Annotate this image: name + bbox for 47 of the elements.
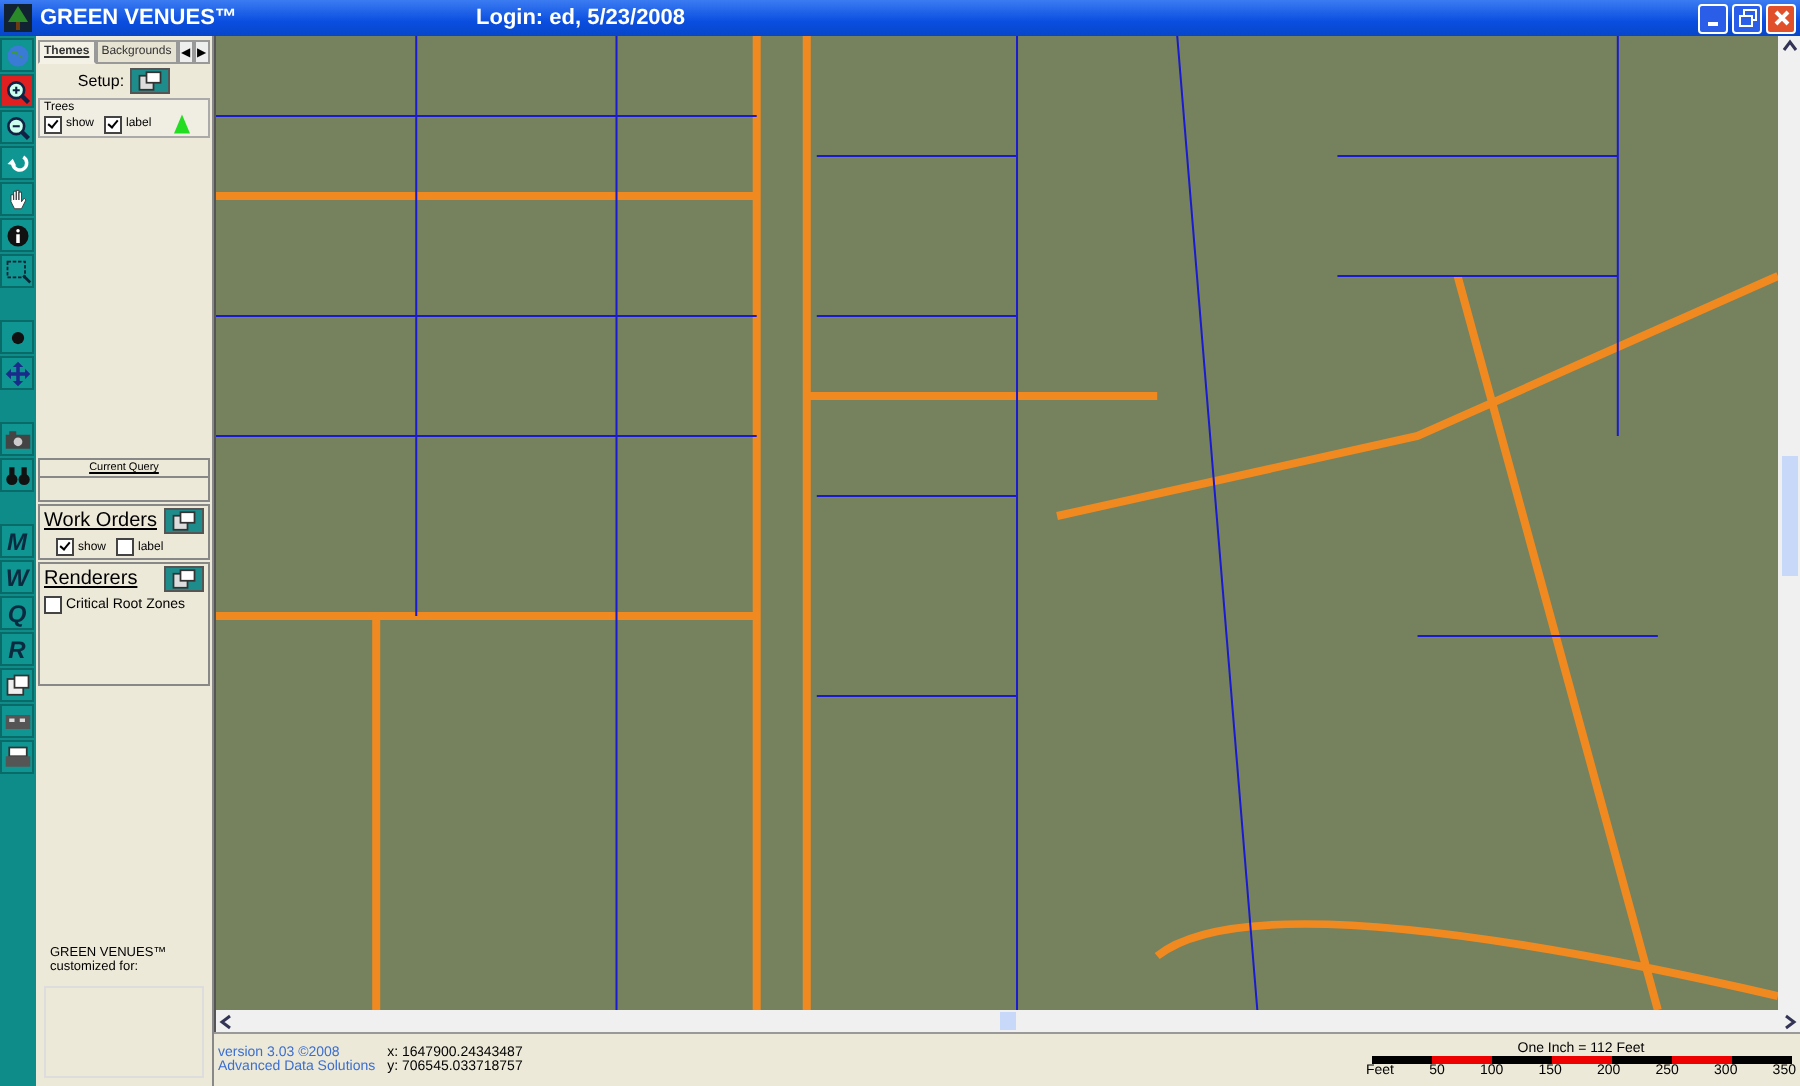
binoculars-icon bbox=[3, 461, 31, 489]
binoculars-tool-button[interactable] bbox=[0, 458, 34, 492]
zoom-out-tool-button[interactable] bbox=[0, 110, 34, 144]
scroll-left-icon bbox=[218, 1013, 234, 1029]
horizontal-scrollbar[interactable] bbox=[216, 1010, 1800, 1032]
setup-button[interactable] bbox=[130, 68, 171, 94]
work-orders-settings-button[interactable] bbox=[164, 508, 204, 534]
camera-icon bbox=[3, 425, 31, 453]
group-title: Work Orders bbox=[44, 510, 157, 532]
close-button[interactable] bbox=[1766, 3, 1796, 33]
hand-tool-button[interactable] bbox=[0, 182, 34, 216]
tool-button[interactable]: R bbox=[0, 632, 34, 666]
tree-icon bbox=[4, 4, 32, 32]
printer-icon bbox=[3, 743, 31, 771]
minimize-icon bbox=[1708, 21, 1718, 25]
tree-symbol-icon bbox=[173, 114, 190, 134]
pan-arrows-tool-button[interactable] bbox=[0, 356, 34, 390]
scroll-up-icon bbox=[1781, 38, 1797, 54]
info-tool-button[interactable] bbox=[0, 218, 34, 252]
dot-tool-button[interactable] bbox=[0, 320, 34, 354]
tool-button[interactable]: M bbox=[0, 524, 34, 558]
zoom-in-icon bbox=[3, 77, 31, 105]
vertical-scrollbar[interactable] bbox=[1778, 36, 1800, 1010]
setup-label: Setup: bbox=[77, 72, 125, 90]
app-name: GREEN VENUES™ bbox=[40, 6, 237, 30]
close-icon bbox=[1771, 8, 1791, 28]
info-icon bbox=[3, 221, 31, 249]
tool-button[interactable]: Q bbox=[0, 596, 34, 630]
restore-icon bbox=[1737, 8, 1757, 28]
select-rectangle-icon bbox=[3, 257, 31, 285]
tool-button[interactable]: W bbox=[0, 560, 34, 594]
camera-tool-button[interactable] bbox=[0, 422, 34, 456]
minimize-button[interactable] bbox=[1698, 3, 1728, 33]
scrollbar-thumb[interactable] bbox=[1000, 1012, 1016, 1030]
scroll-right-icon bbox=[1782, 1013, 1798, 1029]
renderers-settings-button[interactable] bbox=[164, 566, 204, 592]
group-title: Renderers bbox=[44, 568, 138, 590]
window-title: Login: ed, 5/23/2008 bbox=[476, 6, 686, 30]
zoom-out-icon bbox=[3, 113, 31, 141]
undo-tool-button[interactable] bbox=[0, 146, 34, 180]
pan-arrows-icon bbox=[3, 359, 31, 387]
zoom-in-tool-button[interactable] bbox=[0, 74, 34, 108]
printer-tool-button[interactable] bbox=[0, 740, 34, 774]
scrollbar-thumb[interactable] bbox=[1781, 456, 1797, 576]
restore-button[interactable] bbox=[1732, 3, 1762, 33]
globe-icon bbox=[3, 41, 31, 69]
select-rectangle-tool-button[interactable] bbox=[0, 254, 34, 288]
